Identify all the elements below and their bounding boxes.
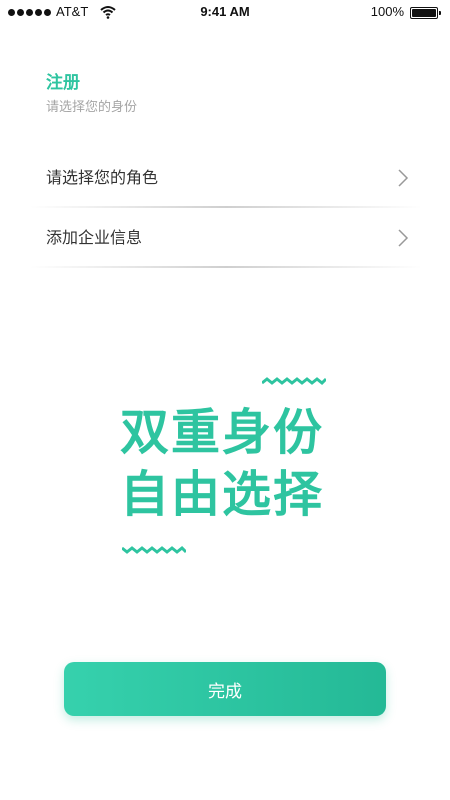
battery-icon: [410, 7, 441, 19]
chevron-right-icon: [398, 169, 409, 187]
done-button[interactable]: 完成: [64, 662, 386, 716]
page-title: 注册: [46, 73, 80, 93]
zigzag-decoration-icon: [262, 377, 326, 386]
slogan-line-1: 双重身份: [120, 404, 325, 461]
slogan: 双重身份 自由选择: [120, 402, 324, 526]
add-company-info-label: 添加企业信息: [46, 228, 143, 247]
divider: [30, 266, 422, 268]
zigzag-decoration-icon: [122, 545, 186, 554]
done-button-label: 完成: [208, 681, 242, 701]
select-role-row[interactable]: 请选择您的角色: [30, 148, 422, 208]
slogan-line-2: 自由选择: [120, 466, 325, 523]
page-subtitle: 请选择您的身份: [46, 100, 138, 115]
select-role-label: 请选择您的角色: [46, 168, 159, 187]
battery-percentage: 100%: [370, 4, 404, 19]
add-company-info-row[interactable]: 添加企业信息: [30, 208, 422, 268]
chevron-right-icon: [398, 229, 409, 247]
status-bar: AT&T 9:41 AM 100%: [0, 0, 450, 26]
